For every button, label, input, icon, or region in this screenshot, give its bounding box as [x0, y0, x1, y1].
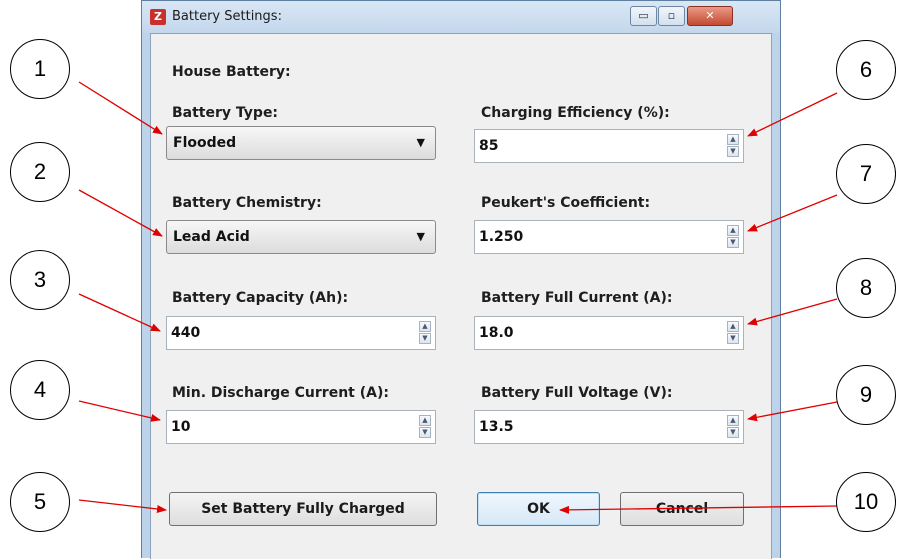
- arrow-10: [559, 505, 838, 514]
- arrow-5: [78, 499, 167, 513]
- callout-6: 6: [836, 40, 896, 100]
- callout-10: 10: [836, 472, 896, 532]
- callout-3: 3: [10, 250, 70, 310]
- callout-arrows: [78, 81, 838, 514]
- callout-5: 5: [10, 472, 70, 532]
- arrow-1: [78, 81, 163, 135]
- arrow-7: [747, 194, 838, 232]
- arrow-9: [747, 401, 838, 422]
- arrow-2: [78, 189, 163, 237]
- arrow-6: [747, 92, 838, 137]
- callout-4: 4: [10, 360, 70, 420]
- arrow-3: [78, 293, 161, 332]
- callout-1: 1: [10, 39, 70, 99]
- callout-2: 2: [10, 142, 70, 202]
- arrow-8: [747, 298, 838, 326]
- arrow-4: [78, 400, 161, 422]
- callout-8: 8: [836, 258, 896, 318]
- callout-9: 9: [836, 365, 896, 425]
- callout-7: 7: [836, 144, 896, 204]
